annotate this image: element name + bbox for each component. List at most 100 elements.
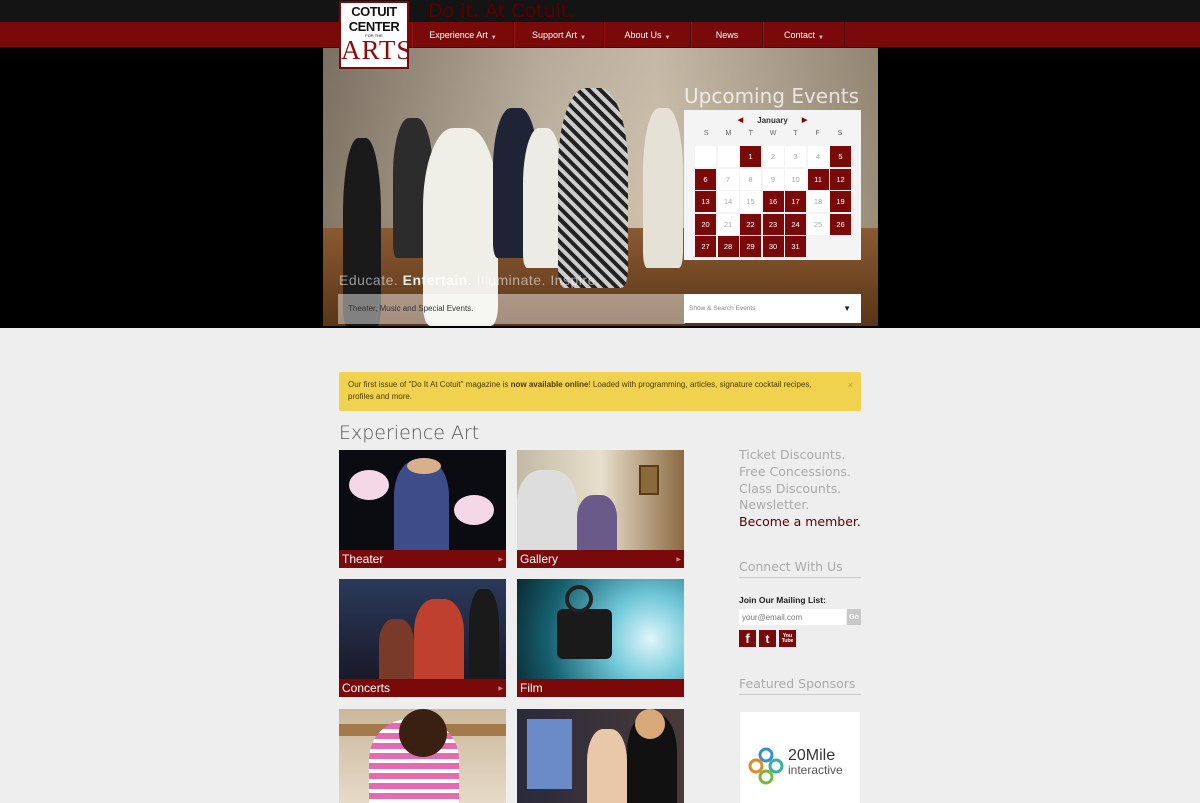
sponsor-rings-icon bbox=[748, 747, 784, 785]
notice-text: Our first issue of "Do It At Cotuit" mag… bbox=[348, 380, 511, 389]
tile-film[interactable]: Film bbox=[517, 579, 684, 697]
calendar-grid: 1 2 3 4 5 6 7 8 9 10 11 12 13 14 15 16 17 18 19 20 21 22 23 24 2… bbox=[695, 146, 851, 257]
events-image bbox=[517, 709, 684, 803]
site-logo[interactable]: COTUIT CENTER FOR THE ARTS bbox=[339, 1, 409, 69]
become-member-link[interactable]: Become a member. bbox=[739, 514, 861, 531]
calendar-day-event[interactable]: 6 bbox=[695, 168, 716, 190]
email-field[interactable] bbox=[739, 609, 846, 625]
calendar-day: 21 bbox=[717, 213, 739, 235]
tile-classes[interactable] bbox=[339, 709, 506, 803]
calendar-day-event[interactable]: 31 bbox=[785, 236, 806, 257]
calendar-header: ◀ January ▶ bbox=[684, 110, 861, 130]
notice-link[interactable]: now available online bbox=[511, 380, 589, 389]
calendar-day-event[interactable]: 17 bbox=[785, 191, 806, 212]
tile-concerts[interactable]: Concerts ▶ bbox=[339, 579, 506, 697]
prev-month-icon[interactable]: ◀ bbox=[738, 116, 743, 124]
tile-theater[interactable]: Theater ▶ bbox=[339, 450, 506, 568]
nav-news[interactable]: News bbox=[691, 22, 763, 48]
calendar-day: 2 bbox=[762, 146, 784, 167]
calendar-day: 10 bbox=[785, 168, 806, 190]
tile-events[interactable] bbox=[517, 709, 684, 803]
calendar-day-event[interactable]: 23 bbox=[762, 213, 784, 235]
caret-down-icon: ▼ bbox=[580, 35, 586, 41]
weekday-label: T bbox=[748, 130, 753, 137]
sponsor-logo[interactable]: 20Mile interactive bbox=[740, 712, 860, 803]
arrow-right-icon: ▶ bbox=[498, 685, 503, 692]
membership-perks: Ticket Discounts. Free Concessions. Clas… bbox=[739, 447, 861, 531]
caret-down-icon: ▼ bbox=[843, 304, 851, 313]
top-strip bbox=[0, 0, 1200, 22]
tile-label: Film bbox=[517, 679, 684, 697]
calendar-day-event[interactable]: 26 bbox=[830, 213, 851, 235]
sponsor-name-main: 20Mile bbox=[788, 747, 836, 764]
calendar-day-event[interactable]: 22 bbox=[740, 213, 761, 235]
nav-support-art[interactable]: Support Art ▼ bbox=[514, 22, 604, 48]
facebook-icon[interactable]: f bbox=[739, 630, 756, 647]
calendar-day: 14 bbox=[717, 191, 739, 212]
concerts-image bbox=[339, 579, 506, 679]
weekday-label: M bbox=[725, 130, 732, 137]
calendar-weekdays: SMTWTFS bbox=[684, 130, 861, 144]
calendar-day-event[interactable]: 27 bbox=[695, 236, 716, 257]
search-events-dropdown[interactable]: Show & Search Events ▼ bbox=[684, 294, 861, 323]
nav-about-us[interactable]: About Us ▼ bbox=[604, 22, 691, 48]
weekday-label: F bbox=[815, 130, 820, 137]
caption-word: Inspire. bbox=[550, 272, 601, 288]
search-events-label: Show & Search Events bbox=[689, 305, 756, 312]
arrow-right-icon: ▶ bbox=[676, 556, 681, 563]
nav-contact[interactable]: Contact ▼ bbox=[763, 22, 845, 48]
sponsors-title: Featured Sponsors bbox=[739, 676, 861, 695]
calendar-day-event[interactable]: 29 bbox=[740, 236, 761, 257]
gallery-image bbox=[517, 450, 684, 550]
nav-label: News bbox=[715, 30, 739, 40]
calendar-day: 8 bbox=[740, 168, 761, 190]
calendar-day: 18 bbox=[807, 191, 829, 212]
next-month-icon[interactable]: ▶ bbox=[802, 116, 807, 124]
calendar-day: 9 bbox=[762, 168, 784, 190]
tile-gallery[interactable]: Gallery ▶ bbox=[517, 450, 684, 568]
twitter-icon[interactable]: t bbox=[759, 630, 776, 647]
youtube-icon[interactable]: You Tube bbox=[779, 630, 796, 647]
weekday-label: S bbox=[837, 130, 843, 137]
tile-label-text: Theater bbox=[342, 552, 384, 566]
calendar-month: January bbox=[757, 115, 788, 125]
performer-figure bbox=[523, 128, 563, 268]
hero-caption: Educate. Entertain. Illuminate. Inspire. bbox=[339, 272, 600, 288]
experience-art-title: Experience Art bbox=[339, 422, 480, 444]
caret-down-icon: ▼ bbox=[818, 35, 824, 41]
tile-label: Gallery ▶ bbox=[517, 550, 684, 568]
performer-figure bbox=[558, 88, 628, 288]
weekday-label: W bbox=[769, 130, 777, 137]
sponsor-name: 20Mile interactive bbox=[788, 748, 843, 778]
hero-subtitle[interactable]: Theater, Music and Special Events. bbox=[338, 294, 685, 324]
calendar-day-event[interactable]: 5 bbox=[830, 146, 851, 167]
calendar-day-event[interactable]: 24 bbox=[785, 213, 806, 235]
perk-item: Free Concessions. bbox=[739, 463, 851, 479]
calendar-day-event[interactable]: 11 bbox=[807, 168, 829, 190]
calendar-day-event[interactable]: 13 bbox=[695, 191, 716, 212]
arrow-right-icon: ▶ bbox=[498, 556, 503, 563]
calendar-day-event[interactable]: 12 bbox=[830, 168, 851, 190]
caret-down-icon: ▼ bbox=[664, 35, 671, 41]
calendar-day-event[interactable]: 16 bbox=[762, 191, 784, 212]
go-button[interactable]: Go bbox=[847, 609, 861, 625]
nav-label: About Us bbox=[624, 30, 662, 40]
nav-label: Contact bbox=[784, 30, 816, 40]
caption-word: Entertain. bbox=[402, 272, 473, 288]
calendar-day-event[interactable]: 30 bbox=[762, 236, 784, 257]
calendar-day-event[interactable]: 1 bbox=[740, 146, 761, 167]
events-calendar: ◀ January ▶ SMTWTFS 1 2 3 4 5 6 7 8 9 10 11 12 13 14 1… bbox=[684, 110, 861, 260]
calendar-day-event[interactable]: 28 bbox=[717, 236, 739, 257]
tile-label-text: Concerts bbox=[342, 681, 391, 695]
calendar-day-event[interactable]: 20 bbox=[695, 213, 716, 235]
logo-line-2: CENTER bbox=[348, 19, 400, 34]
nav-experience-art[interactable]: Experience Art ▼ bbox=[412, 22, 514, 48]
theater-image bbox=[339, 450, 506, 550]
caption-word: Educate. bbox=[339, 272, 399, 288]
nav-label: Support Art bbox=[532, 30, 578, 40]
caption-word: Illuminate. bbox=[476, 272, 546, 288]
close-icon[interactable]: × bbox=[848, 380, 853, 392]
perk-item: Ticket Discounts. bbox=[739, 447, 846, 462]
calendar-day-event[interactable]: 19 bbox=[830, 191, 851, 212]
film-image bbox=[517, 579, 684, 679]
